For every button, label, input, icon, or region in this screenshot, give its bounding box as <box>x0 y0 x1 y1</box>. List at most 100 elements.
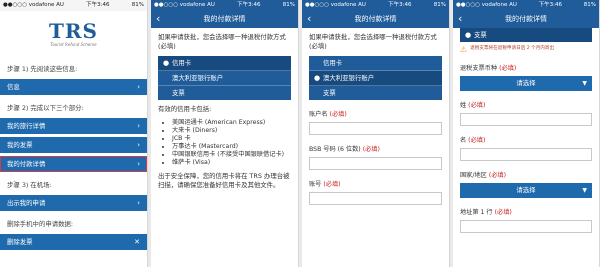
surname-label: 姓 (必填) <box>460 100 592 109</box>
option-credit-card[interactable]: ● 信用卡 <box>158 56 291 71</box>
bsb-label: BSB 号码 (6 位数) (必填) <box>309 144 442 153</box>
info-label: 信息 <box>7 83 20 91</box>
required-marker: (必填) <box>468 137 486 144</box>
account-name-input[interactable] <box>309 122 442 135</box>
battery: 81% <box>433 2 446 8</box>
chevron-right-icon: › <box>137 199 140 207</box>
security-note: 出于安全保障，您的信用卡将在 TRS 办理台被扫描，请确保您准备好信用卡及其他文… <box>158 172 290 189</box>
payment-details-button[interactable]: 我的付款详情 › <box>0 156 147 172</box>
page-title: 我的付款详情 <box>354 15 397 23</box>
option-label: 支票 <box>323 89 336 97</box>
address-input[interactable] <box>460 220 592 233</box>
nav-bar: ‹ 我的付款详情 <box>151 11 298 28</box>
selected-dot-icon: ● <box>163 59 170 67</box>
delete-section-label: 删除手机中的申请数据: <box>7 220 74 228</box>
carrier: ●●○○○ vodafone AU <box>3 2 64 8</box>
carrier: ●●○○○ vodafone AU <box>154 2 215 8</box>
close-icon: ✕ <box>134 238 140 246</box>
step2-label: 步骤 2) 完成以下三个部分: <box>7 104 84 112</box>
list-item: 万事达卡 (Mastercard) <box>172 143 291 151</box>
selected-dot-icon: ● <box>465 31 472 39</box>
payment-label: 我的付款详情 <box>7 160 46 168</box>
required-marker: (必填) <box>494 209 512 216</box>
battery: 81% <box>583 2 596 8</box>
label-text: 退税支票币种 <box>460 65 498 72</box>
chevron-right-icon: › <box>137 122 140 130</box>
option-bank-account[interactable]: 澳大利亚银行账户 <box>158 71 291 86</box>
warning-text: 退税支票将在退税申请日后 2 个月内寄出 <box>470 46 555 51</box>
account-name-label: 账户名 (必填) <box>309 109 442 118</box>
show-claim-button[interactable]: 出示我的申请 › <box>0 195 147 211</box>
delete-label: 删除发票 <box>7 238 33 246</box>
clock: 下午3:46 <box>86 2 110 8</box>
option-cheque[interactable]: 支票 <box>309 86 442 100</box>
chevron-down-icon: ▼ <box>582 80 587 87</box>
battery: 81% <box>131 2 144 8</box>
nav-bar: ‹ 我的付款详情 <box>302 11 449 28</box>
screen-payment-bank: ●●○○○ vodafone AU 下午3:46 81% ‹ 我的付款详情 如果… <box>302 0 450 267</box>
page-title: 我的付款详情 <box>203 15 246 23</box>
show-label: 出示我的申请 <box>7 199 46 207</box>
label-text: 账号 <box>309 181 322 188</box>
back-icon[interactable]: ‹ <box>307 11 311 27</box>
required-marker: (必填) <box>488 172 507 179</box>
payment-method-options: ● 信用卡 澳大利亚银行账户 支票 <box>158 56 291 100</box>
label-text: 国家/地区 <box>460 172 487 179</box>
account-number-input[interactable] <box>309 192 442 205</box>
delete-invoices-button[interactable]: 删除发票 ✕ <box>0 234 147 250</box>
warning-icon: ⚠ <box>460 45 468 54</box>
payment-method-options: 信用卡 ● 澳大利亚银行账户 支票 <box>309 56 442 100</box>
option-label: 信用卡 <box>323 59 343 67</box>
given-name-label: 名 (必填) <box>460 135 592 144</box>
nav-bar: ‹ 我的付款详情 <box>453 11 599 28</box>
list-item: 中国银联信用卡 (不接受中国银联借记卡) <box>172 151 291 159</box>
list-item: 大来卡 (Diners) <box>172 127 291 135</box>
info-button[interactable]: 信息 › <box>0 79 147 95</box>
status-bar: ●●○○○ vodafone AU 下午3:46 81% <box>302 0 449 11</box>
back-icon[interactable]: ‹ <box>458 11 462 27</box>
carrier: ●●○○○ vodafone AU <box>305 2 366 8</box>
select-value: 请选择 <box>516 79 536 87</box>
screen-home: ●●○○○ vodafone AU 下午3:46 81% TRS Tourist… <box>0 0 148 267</box>
surname-input[interactable] <box>460 113 592 126</box>
country-select[interactable]: 请选择 ▼ <box>460 183 592 198</box>
selected-dot-icon: ● <box>314 74 321 82</box>
label-text: 地址第 1 行 <box>460 209 493 216</box>
travel-details-button[interactable]: 我的旅行详情 › <box>0 118 147 134</box>
screen-payment-cheque: ●●○○○ vodafone AU 下午3:46 81% ‹ 我的付款详情 ● 支… <box>453 0 600 267</box>
option-bank-account[interactable]: ● 澳大利亚银行账户 <box>309 71 442 86</box>
chevron-right-icon: › <box>137 141 140 149</box>
country-label: 国家/地区 (必填) <box>460 170 592 179</box>
invoices-button[interactable]: 我的发票 › <box>0 137 147 153</box>
battery: 81% <box>282 2 295 8</box>
required-marker: (必填) <box>468 102 486 109</box>
step3-label: 步骤 3) 在机场: <box>7 181 52 189</box>
chevron-right-icon: › <box>137 160 140 168</box>
currency-select[interactable]: 请选择 ▼ <box>460 76 592 91</box>
option-cheque[interactable]: 支票 <box>158 86 291 100</box>
list-item: 美国运通卡 (American Express) <box>172 119 291 127</box>
chevron-down-icon: ▼ <box>582 187 587 194</box>
back-icon[interactable]: ‹ <box>156 11 160 27</box>
currency-label: 退税支票币种 (必填) <box>460 63 592 72</box>
payment-method-prompt: 如果申请获批，您会选择哪一种退税付款方式 (必填) <box>158 33 286 50</box>
status-bar: ●●○○○ vodafone AU 下午3:46 81% <box>453 0 599 11</box>
option-label: 支票 <box>474 31 487 39</box>
label-text: 姓 <box>460 102 467 109</box>
required-marker: (必填) <box>329 111 347 118</box>
cheque-warning: ⚠ 退税支票将在退税申请日后 2 个月内寄出 <box>460 46 592 54</box>
required-marker: (必填) <box>323 181 341 188</box>
bsb-input[interactable] <box>309 157 442 170</box>
option-label: 澳大利亚银行账户 <box>323 74 375 82</box>
option-cheque[interactable]: ● 支票 <box>460 28 592 42</box>
chevron-right-icon: › <box>137 83 140 91</box>
clock: 下午3:46 <box>237 2 261 8</box>
list-item: 维萨卡 (Visa) <box>172 159 291 167</box>
logo-text: TRS <box>49 18 98 43</box>
status-bar: ●●○○○ vodafone AU 下午3:46 81% <box>151 0 298 11</box>
list-item: JCB 卡 <box>172 135 291 143</box>
option-credit-card[interactable]: 信用卡 <box>309 56 442 71</box>
page-title: 我的付款详情 <box>505 15 547 23</box>
invoices-label: 我的发票 <box>7 141 33 149</box>
given-name-input[interactable] <box>460 148 592 161</box>
